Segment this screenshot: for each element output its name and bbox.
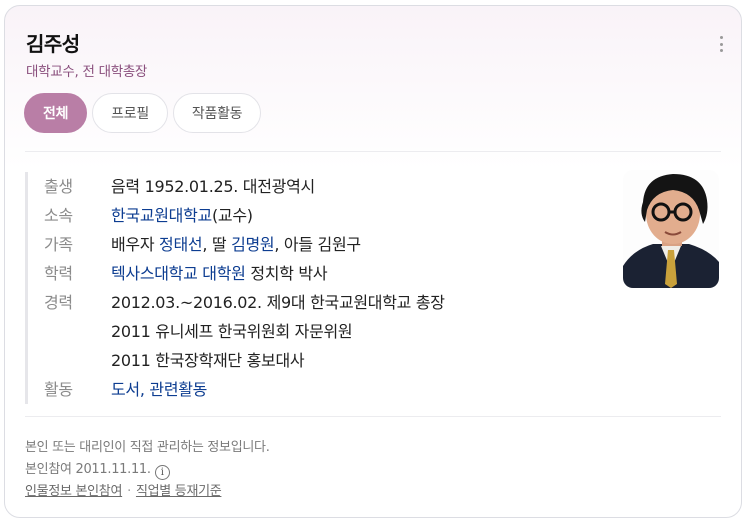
info-icon[interactable]: i <box>154 465 170 480</box>
divider <box>25 151 721 152</box>
profile-card: 김주성 대학교수, 전 대학총장 전체 프로필 작품활동 출생 음력 1952.… <box>4 5 742 518</box>
info-row-education: 학력 텍사스대학교 대학원 정치학 박사 <box>44 259 585 288</box>
person-name: 김주성 <box>26 32 80 56</box>
divider <box>25 416 721 417</box>
tab-all[interactable]: 전체 <box>24 93 88 133</box>
footer-separator: · <box>127 484 131 499</box>
daughter-link[interactable]: 김명원 <box>231 235 275 254</box>
education-suffix: 정치학 박사 <box>245 264 328 283</box>
family-suffix: , 아들 김원구 <box>274 235 361 254</box>
tab-works[interactable]: 작품활동 <box>172 93 262 133</box>
affiliation-suffix: (교수) <box>211 206 253 225</box>
info-label: 경력 <box>44 293 73 312</box>
self-participation-link[interactable]: 인물정보 본인참여 <box>25 484 122 499</box>
info-label: 출생 <box>44 177 73 196</box>
family-prefix: 배우자 <box>111 235 160 254</box>
info-label: 가족 <box>44 235 73 254</box>
more-vertical-icon[interactable] <box>719 36 723 52</box>
info-row-career: 경력 2012.03.~2016.02. 제9대 한국교원대학교 총장 2011… <box>44 288 585 375</box>
spouse-link[interactable]: 정태선 <box>159 235 203 254</box>
listing-criteria-link[interactable]: 직업별 등재기준 <box>136 484 222 499</box>
info-label: 소속 <box>44 206 73 225</box>
info-row-activity: 활동 도서, 관련활동 <box>44 375 585 404</box>
education-link[interactable]: 텍사스대학교 대학원 <box>111 264 246 283</box>
career-item: 2011 유니세프 한국위원회 자문위원 <box>111 322 353 341</box>
info-list: 출생 음력 1952.01.25. 대전광역시 소속 한국교원대학교(교수) 가… <box>25 172 585 404</box>
info-value: 음력 1952.01.25. 대전광역시 <box>111 177 315 196</box>
profile-photo[interactable] <box>623 170 719 288</box>
info-row-affiliation: 소속 한국교원대학교(교수) <box>44 201 585 230</box>
affiliation-link[interactable]: 한국교원대학교 <box>111 206 212 225</box>
footer-notice: 본인 또는 대리인이 직접 관리하는 정보입니다. <box>25 440 270 455</box>
tab-profile[interactable]: 프로필 <box>92 93 168 133</box>
info-row-family: 가족 배우자 정태선, 딸 김명원, 아들 김원구 <box>44 230 585 259</box>
info-label: 학력 <box>44 264 73 283</box>
books-link[interactable]: 도서 <box>111 380 140 399</box>
family-mid: , 딸 <box>202 235 232 254</box>
related-activity-link[interactable]: 관련활동 <box>149 380 207 399</box>
footer-date: 본인참여 2011.11.11. <box>25 462 151 477</box>
tab-bar: 전체 프로필 작품활동 <box>24 93 262 133</box>
footer: 본인 또는 대리인이 직접 관리하는 정보입니다. 본인참여 2011.11.1… <box>25 437 270 503</box>
career-item: 2011 한국장학재단 홍보대사 <box>111 351 305 370</box>
career-item: 2012.03.~2016.02. 제9대 한국교원대학교 총장 <box>111 293 445 312</box>
info-label: 활동 <box>44 380 73 399</box>
info-row-birth: 출생 음력 1952.01.25. 대전광역시 <box>44 172 585 201</box>
activity-sep: , <box>139 380 150 399</box>
person-occupation: 대학교수, 전 대학총장 <box>26 64 148 80</box>
